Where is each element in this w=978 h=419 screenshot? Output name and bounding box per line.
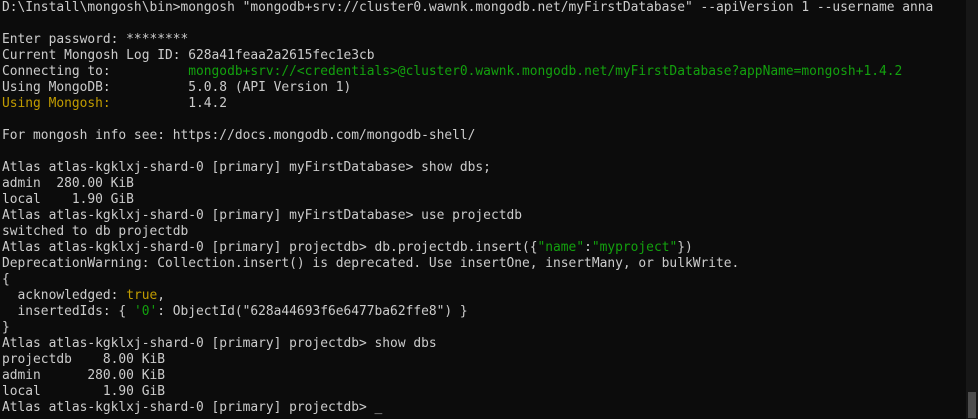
prompt-line: Atlas atlas-kgklxj-shard-0 [primary] pro… (2, 336, 966, 352)
shell-prompt: Atlas atlas-kgklxj-shard-0 [primary] pro… (2, 336, 375, 351)
command-text: D:\Install\mongosh\bin>mongosh "mongodb+… (2, 0, 934, 15)
terminal-output[interactable]: D:\Install\mongosh\bin>mongosh "mongodb+… (0, 0, 966, 419)
mongodb-version: 5.0.8 (API Version 1) (188, 80, 352, 95)
connecting-label: Connecting to: (2, 64, 189, 79)
output-line: { (2, 272, 966, 288)
prompt-line: Atlas atlas-kgklxj-shard-0 [primary] pro… (2, 240, 966, 256)
command-text: show dbs; (421, 160, 491, 175)
db-row-projectdb: projectdb 8.00 KiB (2, 352, 165, 367)
output-line: acknowledged: true, (2, 288, 966, 304)
ack-label: acknowledged: (2, 288, 127, 303)
prompt-line: Atlas atlas-kgklxj-shard-0 [primary] myF… (2, 160, 966, 176)
shell-prompt: Atlas atlas-kgklxj-shard-0 [primary] pro… (2, 400, 375, 415)
brace-open: { (2, 272, 10, 287)
using-mongosh-label: Using Mongosh: (2, 96, 111, 111)
insert-value: "myproject" (591, 240, 678, 255)
db-list-row: local 1.90 GiB (2, 384, 966, 400)
cursor: _ (374, 400, 383, 415)
using-mongosh-line: Using Mongosh: 1.4.2 (2, 96, 966, 112)
db-list-row: admin 280.00 KiB (2, 176, 966, 192)
db-list-row: projectdb 8.00 KiB (2, 352, 966, 368)
switched-text: switched to db projectdb (2, 224, 189, 239)
password-text: Enter password: ******** (2, 32, 189, 47)
using-mongodb-label: Using MongoDB: (2, 80, 189, 95)
insert-key: "name" (537, 240, 585, 255)
output-line: } (2, 320, 966, 336)
output-line: insertedIds: { '0': ObjectId("628a44693f… (2, 304, 966, 320)
command-line: D:\Install\mongosh\bin>mongosh "mongodb+… (2, 0, 966, 16)
log-id-line: Current Mongosh Log ID: 628a41feaa2a2615… (2, 48, 966, 64)
shell-prompt: Atlas atlas-kgklxj-shard-0 [primary] myF… (2, 160, 422, 175)
prompt-line[interactable]: Atlas atlas-kgklxj-shard-0 [primary] pro… (2, 400, 966, 416)
db-row-local: local 1.90 GiB (2, 384, 165, 399)
brace-close: } (2, 320, 10, 335)
db-row-admin: admin 280.00 KiB (2, 368, 165, 383)
shell-prompt: Atlas atlas-kgklxj-shard-0 [primary] myF… (2, 208, 422, 223)
command-text: show dbs (374, 336, 437, 351)
deprecation-warning: DeprecationWarning: Collection.insert() … (2, 256, 740, 271)
mongosh-version: 1.4.2 (188, 96, 228, 111)
insert-suffix: }) (677, 240, 693, 255)
using-mongodb-line: Using MongoDB: 5.0.8 (API Version 1) (2, 80, 966, 96)
ack-value: true (126, 288, 158, 303)
ids-value: : ObjectId("628a44693f6e6477ba62ffe8") } (157, 304, 468, 319)
ack-comma: , (157, 288, 165, 303)
info-text: For mongosh info see: https://docs.mongo… (2, 128, 476, 143)
db-row-local: local 1.90 GiB (2, 192, 134, 207)
ids-label: insertedIds: { (2, 304, 134, 319)
insert-colon: : (584, 240, 592, 255)
connection-string: mongodb+srv://<credentials>@cluster0.waw… (188, 64, 903, 79)
output-line: switched to db projectdb (2, 224, 966, 240)
db-list-row: admin 280.00 KiB (2, 368, 966, 384)
db-row-admin: admin 280.00 KiB (2, 176, 134, 191)
shell-prompt: Atlas atlas-kgklxj-shard-0 [primary] pro… (2, 240, 375, 255)
warning-line: DeprecationWarning: Collection.insert() … (2, 256, 966, 272)
info-line: For mongosh info see: https://docs.mongo… (2, 128, 966, 144)
connecting-line: Connecting to: mongodb+srv://<credential… (2, 64, 966, 80)
ids-key: '0' (133, 304, 158, 319)
db-list-row: local 1.90 GiB (2, 192, 966, 208)
log-id-text: Current Mongosh Log ID: 628a41feaa2a2615… (2, 48, 375, 63)
scrollbar-thumb[interactable] (968, 392, 976, 418)
command-text: use projectdb (421, 208, 522, 223)
command-text: db.projectdb.insert({ (374, 240, 538, 255)
vertical-scrollbar[interactable] (966, 0, 978, 419)
using-mongosh-pad (111, 96, 189, 111)
password-line: Enter password: ******** (2, 32, 966, 48)
prompt-line: Atlas atlas-kgklxj-shard-0 [primary] myF… (2, 208, 966, 224)
